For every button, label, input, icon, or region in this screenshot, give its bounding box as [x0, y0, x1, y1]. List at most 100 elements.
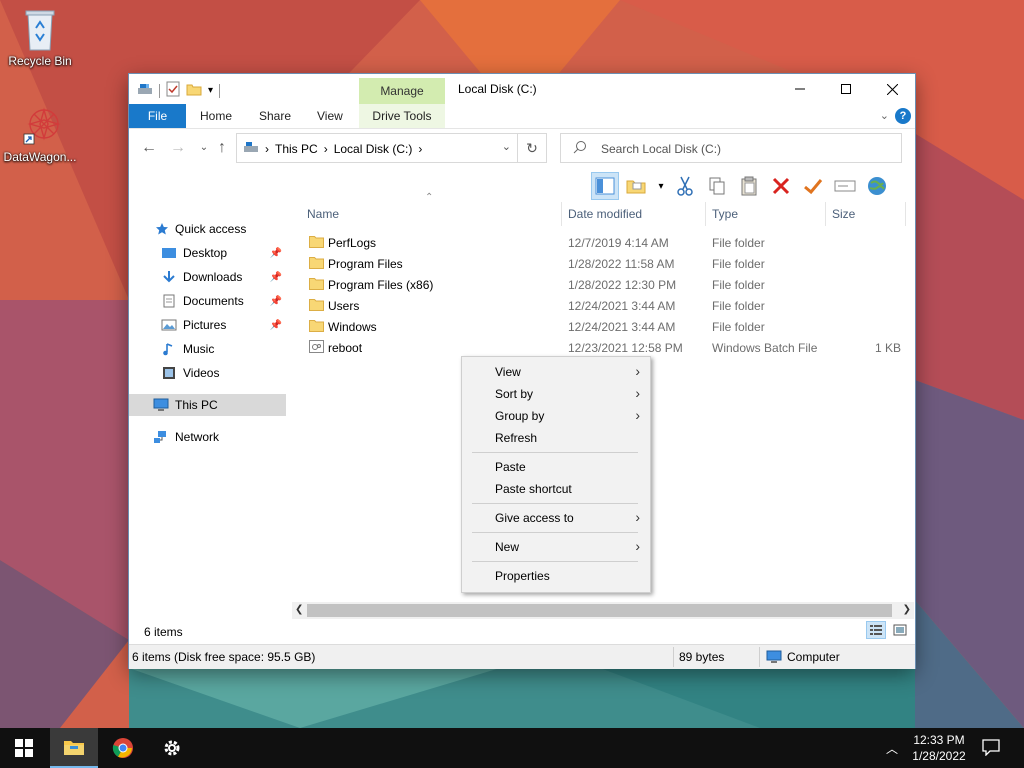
nav-item-network[interactable]: Network — [153, 426, 283, 448]
menu-item-properties[interactable]: Properties — [462, 565, 650, 587]
breadcrumb-local-disk[interactable]: Local Disk (C:) — [334, 142, 413, 156]
scroll-left-icon[interactable]: ❮ — [295, 604, 303, 615]
nav-item-quick-access[interactable]: Quick access — [155, 218, 283, 240]
tab-view[interactable]: View — [317, 104, 343, 128]
globe-button[interactable] — [863, 172, 891, 200]
search-input[interactable]: Search Local Disk (C:) — [560, 133, 902, 163]
notification-icon[interactable] — [982, 738, 1000, 759]
scrollbar-thumb[interactable] — [307, 604, 892, 617]
large-icons-view-button[interactable] — [890, 621, 910, 639]
scroll-right-icon[interactable]: ❯ — [903, 604, 911, 615]
column-header-size[interactable]: Size — [832, 207, 855, 221]
refresh-button[interactable]: ↻ — [518, 133, 547, 163]
start-button[interactable] — [0, 728, 48, 768]
file-row[interactable]: reboot 12/23/2021 12:58 PM Windows Batch… — [299, 337, 909, 358]
chevron-up-icon[interactable]: ︿ — [886, 740, 898, 757]
desktop-icon-datawagon[interactable]: DataWagon... — [0, 104, 80, 164]
pin-icon[interactable]: 📌 — [270, 248, 282, 259]
menu-item-label: Paste shortcut — [495, 482, 572, 496]
recycle-bin-icon — [20, 8, 60, 52]
tab-manage[interactable]: Manage — [359, 78, 445, 104]
new-folder-icon[interactable] — [186, 82, 202, 99]
close-button[interactable] — [869, 74, 915, 104]
file-row[interactable]: Windows 12/24/2021 3:44 AM File folder — [299, 316, 909, 337]
menu-item-paste[interactable]: Paste — [462, 456, 650, 478]
recent-locations-icon[interactable]: ⌄ — [195, 139, 213, 157]
menu-item-give-access-to[interactable]: Give access to › — [462, 507, 650, 529]
horizontal-scrollbar[interactable]: ❮ ❯ — [292, 602, 914, 619]
menu-item-label: Sort by — [495, 387, 534, 401]
customize-qat-icon[interactable]: ▾ — [208, 85, 213, 96]
file-row[interactable]: Program Files 1/28/2022 11:58 AM File fo… — [299, 253, 909, 274]
help-icon[interactable]: ? — [895, 108, 911, 124]
pin-icon[interactable]: 📌 — [270, 296, 282, 307]
pin-icon[interactable]: 📌 — [270, 320, 282, 331]
pin-icon[interactable]: 📌 — [270, 272, 282, 283]
up-button[interactable]: ↑ — [213, 139, 231, 157]
tab-drive-tools[interactable]: Drive Tools — [359, 104, 445, 128]
column-divider[interactable] — [561, 202, 562, 226]
nav-item-downloads[interactable]: Downloads 📌 — [161, 266, 286, 288]
menu-item-group-by[interactable]: Group by › — [462, 405, 650, 427]
menu-item-new[interactable]: New › — [462, 536, 650, 558]
file-row[interactable]: Program Files (x86) 1/28/2022 12:30 PM F… — [299, 274, 909, 295]
file-row[interactable]: PerfLogs 12/7/2019 4:14 AM File folder — [299, 232, 909, 253]
nav-item-pictures[interactable]: Pictures 📌 — [161, 314, 286, 336]
clock-date: 1/28/2022 — [912, 749, 966, 763]
menu-item-paste-shortcut[interactable]: Paste shortcut — [462, 478, 650, 500]
back-button[interactable]: ← — [140, 139, 158, 157]
network-icon — [154, 431, 166, 443]
properties-icon[interactable] — [166, 81, 180, 100]
taskbar-chrome[interactable] — [99, 728, 147, 768]
chevron-right-icon[interactable]: › — [324, 142, 328, 156]
cut-button[interactable] — [671, 172, 699, 200]
expand-ribbon-icon[interactable]: ⌄ — [880, 109, 889, 122]
folder-icon — [309, 278, 324, 290]
nav-item-videos[interactable]: Videos — [161, 362, 286, 384]
nav-item-desktop[interactable]: Desktop 📌 — [161, 242, 286, 264]
menu-item-view[interactable]: View › — [462, 361, 650, 383]
file-date: 12/7/2019 4:14 AM — [568, 236, 669, 250]
details-view-button[interactable] — [866, 621, 886, 639]
navigation-bar: ← → ⌄ ↑ › This PC › Local Disk (C:) › ⌄ … — [129, 132, 915, 166]
column-divider[interactable] — [905, 202, 906, 226]
dropdown-button[interactable]: ▾ — [655, 172, 667, 200]
chevron-right-icon[interactable]: › — [265, 142, 269, 156]
chevron-down-icon[interactable]: ⌄ — [502, 140, 511, 153]
system-clock[interactable]: 12:33 PM 1/28/2022 — [904, 732, 974, 764]
new-folder-button[interactable] — [623, 172, 651, 200]
nav-item-music[interactable]: Music — [161, 338, 286, 360]
nav-item-documents[interactable]: Documents 📌 — [161, 290, 286, 312]
rename-button[interactable] — [831, 172, 859, 200]
taskbar-file-explorer[interactable] — [50, 728, 98, 768]
details-view-icon — [870, 625, 882, 635]
menu-item-sort-by[interactable]: Sort by › — [462, 383, 650, 405]
column-divider[interactable] — [825, 202, 826, 226]
status-detail: 6 items (Disk free space: 95.5 GB) — [132, 650, 316, 664]
tab-home[interactable]: Home — [200, 104, 232, 128]
file-row[interactable]: Users 12/24/2021 3:44 AM File folder — [299, 295, 909, 316]
maximize-button[interactable] — [823, 74, 869, 104]
tab-file[interactable]: File — [129, 104, 186, 128]
desktop-icon-recycle-bin[interactable]: Recycle Bin — [0, 8, 80, 68]
paste-button[interactable] — [735, 172, 763, 200]
chevron-right-icon[interactable]: › — [418, 142, 422, 156]
forward-button[interactable]: → — [169, 139, 187, 157]
column-header-type[interactable]: Type — [712, 207, 738, 221]
copy-button[interactable] — [703, 172, 731, 200]
music-note-icon — [163, 343, 173, 356]
column-divider[interactable] — [705, 202, 706, 226]
minimize-button[interactable] — [777, 74, 823, 104]
delete-button[interactable] — [767, 172, 795, 200]
column-header-name[interactable]: Name — [307, 207, 339, 221]
menu-item-refresh[interactable]: Refresh — [462, 427, 650, 449]
address-bar[interactable]: › This PC › Local Disk (C:) › ⌄ — [236, 133, 518, 163]
computer-icon — [766, 650, 782, 667]
tab-share[interactable]: Share — [259, 104, 291, 128]
nav-item-this-pc[interactable]: This PC — [129, 394, 286, 416]
taskbar-settings[interactable] — [148, 728, 196, 768]
breadcrumb-this-pc[interactable]: This PC — [275, 142, 318, 156]
column-header-date[interactable]: Date modified — [568, 207, 642, 221]
apply-button[interactable] — [799, 172, 827, 200]
navigation-pane-button[interactable] — [591, 172, 619, 200]
